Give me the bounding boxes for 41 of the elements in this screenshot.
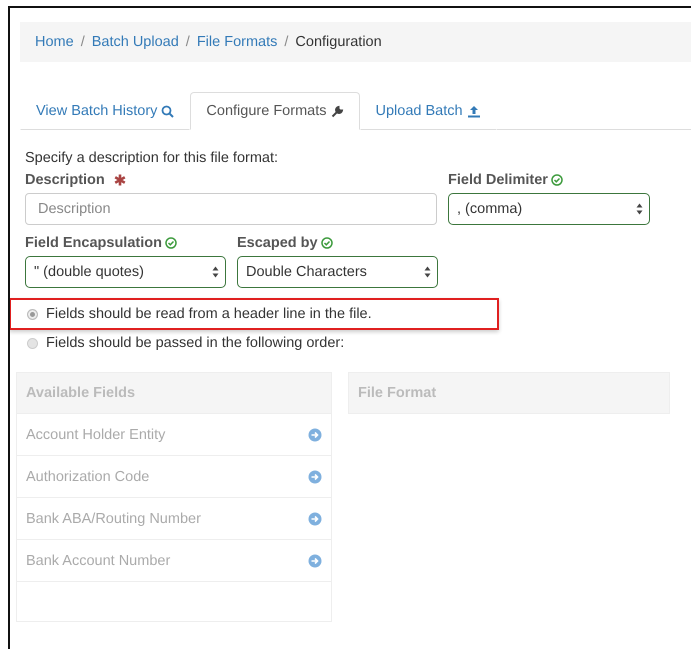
arrow-circle-icon[interactable] [308,512,322,526]
radio-option[interactable]: Fields should be read from a header line in the file. [10,298,499,330]
list-item[interactable]: Account Holder Entity [16,414,332,456]
intro-text: Specify a description for this file format: [25,150,280,166]
radio-label: Fields should be read from a header line in the file. [46,306,372,322]
upload-icon [466,104,481,118]
panel-header: File Format [348,372,670,414]
breadcrumb-separator: / [284,34,288,50]
arrow-circle-icon[interactable] [308,470,322,484]
breadcrumb-link[interactable]: Batch Upload [92,34,179,50]
arrow-circle-icon[interactable] [308,428,322,442]
tab[interactable]: Configure Formats [190,92,360,130]
breadcrumb-separator: / [186,34,190,50]
arrow-circle-icon[interactable] [308,554,322,568]
radio-button[interactable] [27,338,38,348]
encapsulation-select[interactable]: " (double quotes) [25,256,226,288]
radio-label: Fields should be passed in the following order: [46,335,344,351]
field-label: Escaped by [237,235,318,251]
delimiter-select[interactable]: , (comma) [448,193,650,225]
up-down-arrows-icon [212,266,219,278]
list-item[interactable]: Authorization Code [16,456,332,498]
up-down-arrows-icon [424,266,431,278]
radio-option[interactable]: Fields should be passed in the following order: [10,330,499,356]
radio-button[interactable] [27,308,38,320]
field-label: Field Delimiter [448,172,548,188]
list-item[interactable]: Bank Account Number [16,540,332,582]
wrench-icon [330,104,344,118]
breadcrumb-separator: / [80,34,85,50]
list-item[interactable]: Bank ABA/Routing Number [16,498,332,540]
escape-select[interactable]: Double Characters [237,256,438,288]
description-field[interactable]: Description [25,193,437,225]
field-label: Description [25,172,105,188]
breadcrumb-link[interactable]: File Formats [196,34,278,50]
tab[interactable]: View Batch History [20,92,190,130]
search-icon [161,104,174,118]
up-down-arrows-icon [636,203,643,215]
panel-header: Available Fields [16,372,332,414]
tab[interactable]: Upload Batch [360,92,497,130]
field-label: Field Encapsulation [25,235,162,251]
breadcrumb-current: Configuration [295,34,382,50]
breadcrumb-link[interactable]: Home [35,34,74,50]
